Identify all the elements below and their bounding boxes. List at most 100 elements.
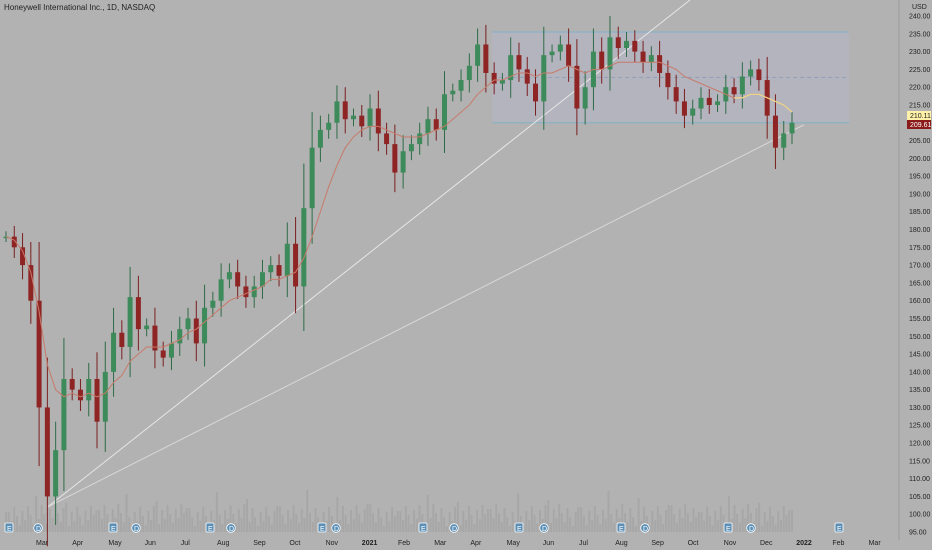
volume-bar bbox=[51, 518, 54, 532]
volume-bar bbox=[161, 510, 164, 532]
candle-body bbox=[731, 87, 737, 95]
candle-body bbox=[251, 286, 257, 298]
volume-bar bbox=[147, 511, 150, 532]
volume-bar bbox=[415, 519, 418, 532]
candle-body bbox=[566, 44, 572, 66]
y-tick-label: 125.00 bbox=[909, 423, 931, 430]
volume-bar bbox=[259, 512, 262, 532]
volume-bar bbox=[662, 524, 665, 532]
volume-bar bbox=[128, 517, 131, 532]
candle-body bbox=[516, 55, 522, 70]
volume-bar bbox=[697, 512, 700, 532]
volume-bar bbox=[276, 506, 279, 532]
volume-bar bbox=[582, 516, 585, 532]
candle-body bbox=[789, 122, 795, 134]
volume-bar bbox=[243, 504, 246, 532]
candle-body bbox=[127, 297, 133, 347]
volume-bar bbox=[76, 507, 79, 532]
volume-bar bbox=[15, 516, 18, 532]
volume-bar bbox=[388, 521, 391, 532]
y-tick-label: 155.00 bbox=[909, 316, 931, 323]
volume-bar bbox=[462, 511, 465, 532]
volume-bar bbox=[289, 519, 292, 532]
volume-bar bbox=[393, 516, 396, 532]
last-price-label: 210.11 bbox=[910, 113, 931, 120]
volume-bar bbox=[703, 521, 706, 532]
x-tick-label: Oct bbox=[289, 540, 300, 547]
volume-bar bbox=[122, 522, 125, 532]
event-badge-label: E bbox=[111, 526, 116, 533]
volume-bar bbox=[714, 511, 717, 532]
volume-bar bbox=[445, 526, 448, 532]
y-tick-label: 135.00 bbox=[909, 387, 931, 394]
volume-bar bbox=[396, 511, 399, 532]
candle-body bbox=[690, 108, 696, 116]
price-chart: 95.00 100.00 105.00 110.00 115.00 120.00 125.0… bbox=[0, 0, 932, 550]
candle-body bbox=[524, 69, 530, 84]
candle-body bbox=[681, 101, 687, 116]
candle-body bbox=[748, 69, 754, 77]
x-tick-label: Jul bbox=[579, 540, 588, 547]
volume-bar bbox=[766, 521, 769, 532]
candle-body bbox=[533, 83, 539, 102]
volume-bar bbox=[675, 523, 678, 532]
candle-body bbox=[475, 44, 481, 66]
candle-body bbox=[400, 151, 406, 173]
volume-bar bbox=[273, 511, 276, 532]
candle-body bbox=[94, 378, 100, 422]
volume-bar bbox=[549, 523, 552, 532]
candle-body bbox=[276, 265, 282, 276]
volume-bar bbox=[634, 526, 637, 532]
y-tick-label: 195.00 bbox=[909, 174, 931, 181]
candle-body bbox=[772, 115, 778, 148]
x-tick-label: Apr bbox=[72, 540, 84, 547]
event-badge-label: E bbox=[421, 526, 426, 533]
event-badge-label: E bbox=[837, 526, 842, 533]
volume-bar bbox=[24, 520, 27, 532]
candle-body bbox=[392, 144, 398, 173]
candle-body bbox=[350, 115, 356, 120]
volume-bar bbox=[152, 506, 155, 532]
volume-bar bbox=[303, 518, 306, 532]
candle-body bbox=[458, 80, 464, 91]
volume-bar bbox=[563, 522, 566, 532]
volume-bar bbox=[141, 516, 144, 532]
volume-bar bbox=[59, 522, 62, 532]
volume-bar bbox=[270, 525, 273, 532]
event-badge-label: D bbox=[334, 526, 339, 533]
volume-bar bbox=[785, 515, 788, 532]
volume-bar bbox=[298, 523, 301, 532]
candle-body bbox=[202, 307, 208, 344]
x-tick-label: Sep bbox=[253, 540, 266, 547]
volume-bar bbox=[503, 508, 506, 532]
volume-bar bbox=[596, 515, 599, 532]
candle-body bbox=[284, 243, 290, 276]
candle-body bbox=[574, 65, 580, 109]
event-badge-label: E bbox=[7, 526, 12, 533]
volume-bar bbox=[591, 520, 594, 532]
volume-bar bbox=[92, 515, 95, 532]
volume-bar bbox=[120, 513, 123, 532]
volume-bar bbox=[284, 524, 287, 532]
volume-bar bbox=[500, 522, 503, 532]
event-badge-label: E bbox=[726, 526, 731, 533]
volume-bar bbox=[758, 503, 761, 532]
x-tick-label: Aug bbox=[615, 540, 628, 547]
candle-body bbox=[706, 97, 712, 105]
volume-bar bbox=[169, 514, 172, 532]
volume-bar bbox=[508, 526, 511, 532]
volume-bar bbox=[57, 513, 60, 532]
volume-bar bbox=[106, 514, 109, 532]
volume-bar bbox=[492, 518, 495, 532]
volume-bar bbox=[251, 508, 254, 532]
x-tick-label: 2021 bbox=[362, 540, 378, 547]
volume-bar bbox=[18, 525, 21, 532]
volume-bar bbox=[62, 508, 65, 532]
event-badge-label: D bbox=[229, 526, 234, 533]
y-tick-label: 220.00 bbox=[909, 85, 931, 92]
prev-price-label: 209.61 bbox=[910, 122, 932, 129]
volume-bar bbox=[437, 522, 440, 532]
y-tick-label: 170.00 bbox=[909, 263, 931, 270]
volume-bar bbox=[495, 504, 498, 532]
y-tick-label: 165.00 bbox=[909, 280, 931, 287]
